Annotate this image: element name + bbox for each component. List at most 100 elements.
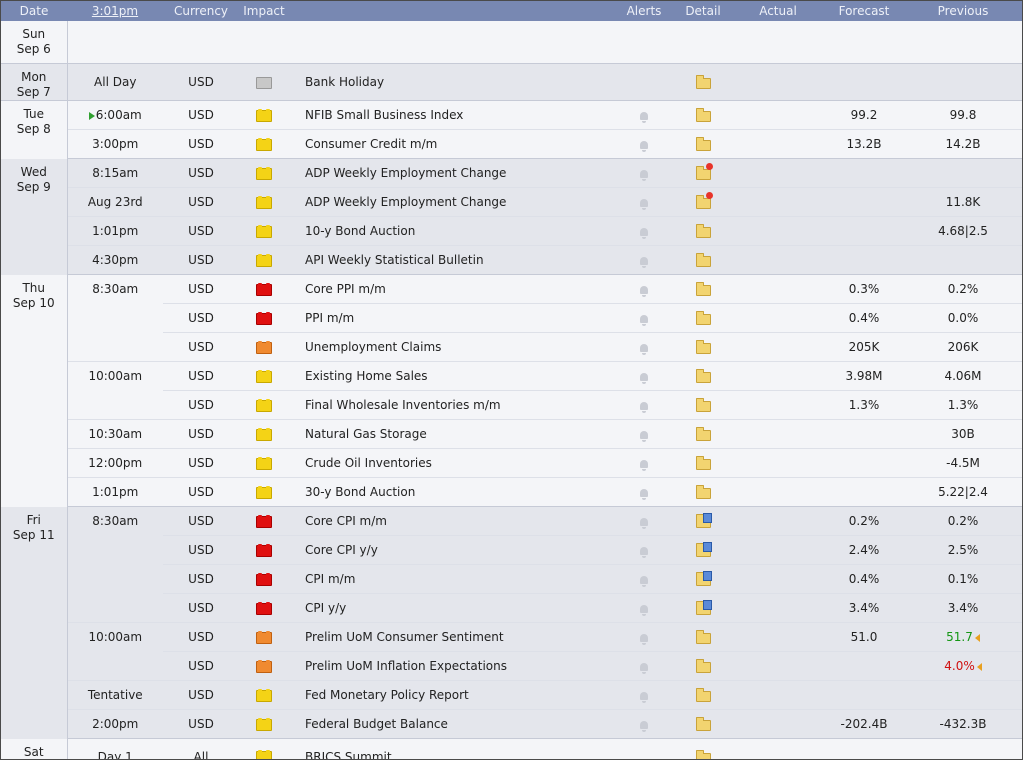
event-title[interactable]: Bank Holiday bbox=[289, 63, 614, 101]
event-title[interactable]: Core CPI m/m bbox=[289, 506, 614, 536]
detail-folder-icon[interactable] bbox=[695, 224, 711, 238]
detail-folder-icon[interactable] bbox=[695, 192, 713, 209]
bell-icon[interactable] bbox=[640, 662, 648, 674]
impact-folder-icon[interactable] bbox=[256, 485, 272, 499]
event-title[interactable]: Fed Monetary Policy Report bbox=[289, 680, 614, 710]
bell-icon[interactable] bbox=[640, 633, 648, 645]
impact-folder-icon[interactable] bbox=[256, 514, 272, 528]
detail-folder-icon[interactable] bbox=[695, 513, 712, 528]
event-title[interactable]: ADP Weekly Employment Change bbox=[289, 158, 614, 188]
detail-folder-icon[interactable] bbox=[695, 369, 711, 383]
event-title[interactable]: CPI y/y bbox=[289, 593, 614, 623]
event-title[interactable]: Prelim UoM Inflation Expectations bbox=[289, 651, 614, 681]
detail-folder-icon[interactable] bbox=[695, 688, 711, 702]
detail-folder-icon[interactable] bbox=[695, 630, 711, 644]
event-title[interactable]: NFIB Small Business Index bbox=[289, 100, 614, 130]
bell-icon[interactable] bbox=[640, 546, 648, 558]
bell-icon[interactable] bbox=[640, 256, 648, 268]
bell-icon[interactable] bbox=[640, 198, 648, 210]
impact-folder-icon[interactable] bbox=[256, 717, 272, 731]
bell-icon[interactable] bbox=[640, 517, 648, 529]
detail-folder-icon[interactable] bbox=[695, 311, 711, 325]
event-title[interactable]: Final Wholesale Inventories m/m bbox=[289, 390, 614, 420]
impact-folder-icon[interactable] bbox=[256, 543, 272, 557]
bell-icon[interactable] bbox=[640, 691, 648, 703]
event-title[interactable]: Core CPI y/y bbox=[289, 535, 614, 565]
impact-folder-icon[interactable] bbox=[256, 282, 272, 296]
event-title[interactable]: 30-y Bond Auction bbox=[289, 477, 614, 507]
bell-icon[interactable] bbox=[640, 488, 648, 500]
impact-folder-icon[interactable] bbox=[256, 195, 272, 209]
impact-folder-icon[interactable] bbox=[256, 572, 272, 586]
impact-folder-icon[interactable] bbox=[256, 166, 272, 180]
detail-folder-icon[interactable] bbox=[695, 717, 711, 731]
detail-folder-icon[interactable] bbox=[695, 282, 711, 296]
detail-folder-icon[interactable] bbox=[695, 427, 711, 441]
bell-icon[interactable] bbox=[640, 285, 648, 297]
impact-folder-icon[interactable] bbox=[256, 688, 272, 702]
impact-folder-icon[interactable] bbox=[256, 427, 272, 441]
detail-folder-icon[interactable] bbox=[695, 163, 713, 180]
detail-folder-icon[interactable] bbox=[695, 108, 711, 122]
event-title[interactable]: ADP Weekly Employment Change bbox=[289, 187, 614, 217]
event-forecast: 13.2B bbox=[824, 129, 904, 159]
detail-folder-icon[interactable] bbox=[695, 253, 711, 267]
detail-folder-icon[interactable] bbox=[695, 571, 712, 586]
detail-folder-icon[interactable] bbox=[695, 398, 711, 412]
impact-folder-icon[interactable] bbox=[256, 76, 272, 89]
event-title[interactable]: Core PPI m/m bbox=[289, 274, 614, 304]
impact-folder-icon[interactable] bbox=[256, 398, 272, 412]
impact-folder-icon[interactable] bbox=[256, 659, 272, 673]
bell-icon[interactable] bbox=[640, 720, 648, 732]
detail-folder-icon[interactable] bbox=[695, 137, 711, 151]
event-title[interactable]: Consumer Credit m/m bbox=[289, 129, 614, 159]
detail-folder-icon[interactable] bbox=[695, 340, 711, 354]
detail-folder-icon[interactable] bbox=[695, 600, 712, 615]
bell-icon[interactable] bbox=[640, 169, 648, 181]
impact-folder-icon[interactable] bbox=[256, 369, 272, 383]
event-title[interactable]: 10-y Bond Auction bbox=[289, 216, 614, 246]
bell-icon[interactable] bbox=[640, 140, 648, 152]
detail-folder-icon[interactable] bbox=[695, 456, 711, 470]
event-title[interactable]: PPI m/m bbox=[289, 303, 614, 333]
impact-folder-icon[interactable] bbox=[256, 137, 272, 151]
impact-folder-icon[interactable] bbox=[256, 750, 272, 759]
detail-folder-icon[interactable] bbox=[695, 542, 712, 557]
event-title[interactable]: API Weekly Statistical Bulletin bbox=[289, 245, 614, 275]
event-title[interactable]: Natural Gas Storage bbox=[289, 419, 614, 449]
impact-folder-icon[interactable] bbox=[256, 253, 272, 267]
event-detail bbox=[674, 738, 732, 759]
event-title[interactable]: Unemployment Claims bbox=[289, 332, 614, 362]
event-title[interactable]: CPI m/m bbox=[289, 564, 614, 594]
bell-icon[interactable] bbox=[640, 343, 648, 355]
bell-icon[interactable] bbox=[640, 314, 648, 326]
bell-icon[interactable] bbox=[640, 575, 648, 587]
event-impact bbox=[239, 419, 289, 449]
bell-icon[interactable] bbox=[640, 401, 648, 413]
bell-icon[interactable] bbox=[640, 227, 648, 239]
impact-folder-icon[interactable] bbox=[256, 340, 272, 354]
impact-folder-icon[interactable] bbox=[256, 311, 272, 325]
impact-folder-icon[interactable] bbox=[256, 630, 272, 644]
event-title[interactable]: Existing Home Sales bbox=[289, 361, 614, 391]
event-currency: USD bbox=[163, 158, 239, 188]
event-title[interactable]: Prelim UoM Consumer Sentiment bbox=[289, 622, 614, 652]
bell-icon[interactable] bbox=[640, 604, 648, 616]
bell-icon[interactable] bbox=[640, 430, 648, 442]
bell-icon[interactable] bbox=[640, 111, 648, 123]
detail-folder-icon[interactable] bbox=[695, 485, 711, 499]
impact-folder-icon[interactable] bbox=[256, 601, 272, 615]
event-title[interactable]: BRICS Summit bbox=[289, 738, 614, 759]
bell-icon[interactable] bbox=[640, 372, 648, 384]
event-title[interactable]: Crude Oil Inventories bbox=[289, 448, 614, 478]
impact-folder-icon[interactable] bbox=[256, 456, 272, 470]
detail-folder-icon[interactable] bbox=[695, 75, 711, 89]
impact-folder-icon[interactable] bbox=[256, 108, 272, 122]
event-row: USD CPI y/y 3.4% 3.4% bbox=[1, 593, 1022, 623]
detail-folder-icon[interactable] bbox=[695, 659, 711, 673]
impact-folder-icon[interactable] bbox=[256, 224, 272, 238]
event-title[interactable]: Federal Budget Balance bbox=[289, 709, 614, 739]
detail-folder-icon[interactable] bbox=[695, 749, 711, 759]
time-header[interactable]: 3:01pm bbox=[67, 1, 163, 21]
bell-icon[interactable] bbox=[640, 459, 648, 471]
